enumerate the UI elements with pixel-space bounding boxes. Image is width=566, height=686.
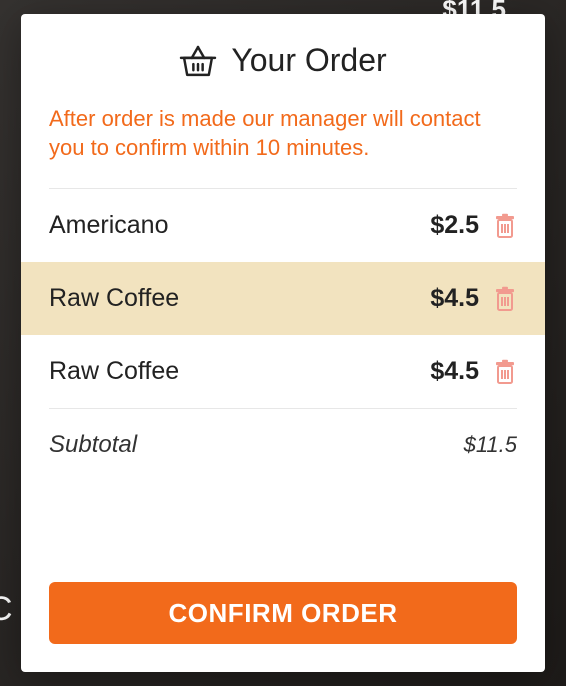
order-item-price: $2.5 [430, 211, 479, 240]
background-letter: C [0, 590, 13, 629]
trash-icon[interactable] [493, 213, 517, 239]
basket-icon [179, 44, 217, 78]
subtotal-label: Subtotal [49, 431, 464, 459]
order-item: Raw Coffee $4.5 [21, 262, 545, 335]
trash-icon[interactable] [493, 359, 517, 385]
subtotal-row: Subtotal $11.5 [21, 409, 545, 459]
order-items-list: Americano $2.5 Raw Coffee $4.5 Raw Coffee $… [21, 189, 545, 408]
modal-header: Your Order [21, 42, 545, 79]
subtotal-value: $11.5 [464, 432, 517, 458]
modal-title: Your Order [231, 42, 386, 79]
order-item-name: Raw Coffee [49, 357, 416, 386]
order-item-price: $4.5 [430, 284, 479, 313]
order-item-price: $4.5 [430, 357, 479, 386]
order-item: Raw Coffee $4.5 [21, 335, 545, 408]
confirm-order-button[interactable]: CONFIRM ORDER [49, 582, 517, 644]
order-item: Americano $2.5 [21, 189, 545, 262]
trash-icon[interactable] [493, 286, 517, 312]
order-item-name: Raw Coffee [49, 284, 416, 313]
order-modal: Your Order After order is made our manag… [21, 14, 545, 672]
order-notice: After order is made our manager will con… [21, 105, 545, 162]
order-item-name: Americano [49, 211, 416, 240]
